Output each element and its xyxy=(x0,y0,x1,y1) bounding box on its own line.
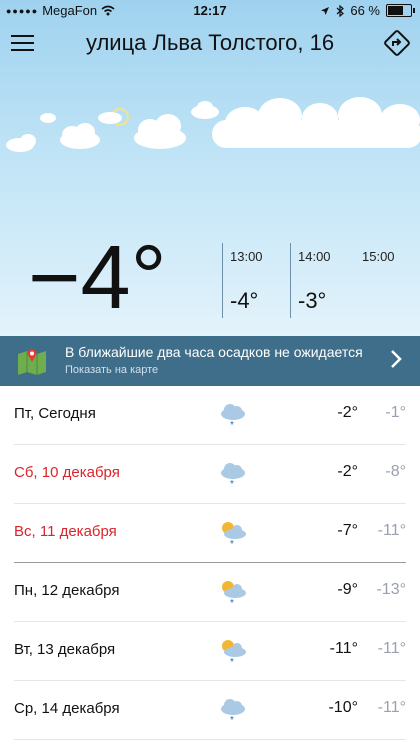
map-pin-icon xyxy=(18,349,46,375)
day-label: Пт, Сегодня xyxy=(14,405,96,422)
hourly-time: 14:00 xyxy=(298,249,331,264)
day-temp: -2° xyxy=(337,404,358,421)
location-title[interactable]: улица Льва Толстого, 16 xyxy=(60,30,360,56)
daily-forecast-list: Пт, Сегодня * -2° -1° Сб, 10 декабря * -… xyxy=(0,386,420,740)
hamburger-menu-icon[interactable] xyxy=(11,35,34,51)
day-temp: -11° xyxy=(329,640,358,657)
battery-icon xyxy=(386,4,415,17)
current-temperature: −4° xyxy=(28,228,167,328)
night-temp: -1° xyxy=(385,404,406,421)
battery-percent: 66 % xyxy=(350,3,380,18)
day-label: Ср, 14 декабря xyxy=(14,700,120,717)
forecast-row[interactable]: Вт, 13 декабря * -11° -11° xyxy=(14,622,406,681)
forecast-row[interactable]: Сб, 10 декабря * -2° -8° xyxy=(14,445,406,504)
day-temp: -9° xyxy=(337,581,358,598)
hourly-temp: -4° xyxy=(230,288,259,313)
svg-text:*: * xyxy=(230,420,234,431)
precipitation-message: В ближайшие два часа осадков не ожидаетс… xyxy=(65,344,363,360)
forecast-row[interactable]: Ср, 14 декабря * -10° -11° xyxy=(14,681,406,740)
hourly-item: 15:00 xyxy=(355,243,395,318)
show-on-map-link[interactable]: Показать на карте xyxy=(65,364,158,376)
hourly-item: 13:00 -4° xyxy=(222,243,263,318)
night-temp: -8° xyxy=(385,463,406,480)
sun-cloud-snow-icon: * xyxy=(222,640,246,668)
location-arrow-icon xyxy=(321,6,330,15)
svg-text:*: * xyxy=(230,598,234,609)
day-label: Вт, 13 декабря xyxy=(14,641,116,658)
header: улица Льва Толстого, 16 xyxy=(0,28,420,58)
day-temp: -10° xyxy=(328,699,358,716)
cloud-snow-icon: * xyxy=(221,404,245,431)
day-label: Сб, 10 декабря xyxy=(14,464,120,481)
forecast-row[interactable]: Вс, 11 декабря * -7° -11° xyxy=(14,504,406,563)
night-temp: -11° xyxy=(377,640,406,657)
hourly-temp: -3° xyxy=(298,288,327,313)
day-temp: -2° xyxy=(337,463,358,480)
svg-text:*: * xyxy=(230,715,234,726)
day-label: Пн, 12 декабря xyxy=(14,582,120,599)
night-temp: -13° xyxy=(376,581,406,598)
precipitation-banner[interactable]: В ближайшие два часа осадков не ожидаетс… xyxy=(0,336,420,386)
night-temp: -11° xyxy=(377,699,406,716)
hourly-item: 14:00 -3° xyxy=(290,243,331,318)
night-temp: -11° xyxy=(377,522,406,539)
chevron-right-icon[interactable] xyxy=(390,349,402,369)
hourly-time: 13:00 xyxy=(230,249,263,264)
clouds-illustration xyxy=(6,97,420,152)
sky-background: ●●●●● MegaFon 12:17 66 % улица Льва Толс… xyxy=(0,0,420,336)
sun-cloud-snow-icon: * xyxy=(222,522,246,550)
forecast-row[interactable]: Пт, Сегодня * -2° -1° xyxy=(14,386,406,445)
status-bar: ●●●●● MegaFon 12:17 66 % xyxy=(0,0,420,22)
bluetooth-icon xyxy=(336,4,345,17)
sun-cloud-snow-icon: * xyxy=(222,581,246,609)
svg-text:*: * xyxy=(230,479,234,490)
day-temp: -7° xyxy=(337,522,358,539)
route-sign-icon[interactable] xyxy=(384,30,410,56)
svg-text:*: * xyxy=(230,657,234,668)
svg-text:*: * xyxy=(230,539,234,550)
hourly-time: 15:00 xyxy=(362,249,395,264)
day-label: Вс, 11 декабря xyxy=(14,523,117,540)
forecast-row[interactable]: Пн, 12 декабря * -9° -13° xyxy=(14,563,406,622)
cloud-snow-icon: * xyxy=(221,699,245,726)
cloud-snow-icon: * xyxy=(221,463,245,490)
